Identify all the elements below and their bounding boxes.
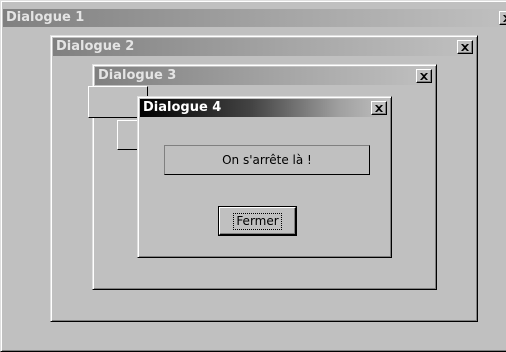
dialog-4-close-button[interactable] (371, 101, 387, 115)
dialog-3-title: Dialogue 3 (98, 68, 177, 83)
close-x-icon (375, 104, 383, 112)
dialog-1-close-button[interactable] (499, 11, 506, 25)
message-text: On s'arrête là ! (222, 153, 312, 167)
dialog-3-titlebar[interactable]: Dialogue 3 (95, 67, 434, 85)
close-dialog-button-label: Fermer (233, 212, 282, 230)
dialog-2-titlebar[interactable]: Dialogue 2 (53, 38, 475, 56)
dialog-2-close-button[interactable] (457, 40, 473, 54)
message-label: On s'arrête là ! (164, 145, 370, 175)
dialog-4-titlebar[interactable]: Dialogue 4 (140, 99, 389, 117)
dialog-4-title: Dialogue 4 (143, 100, 222, 115)
close-dialog-button[interactable]: Fermer (219, 207, 296, 235)
close-x-icon (420, 72, 428, 80)
dialog-1-titlebar[interactable]: Dialogue 1 (3, 9, 506, 27)
dialog-1-title: Dialogue 1 (6, 10, 85, 25)
dialog-4-window: Dialogue 4 On s'arrête là ! Fermer (137, 96, 392, 258)
close-x-icon (461, 43, 469, 51)
dialog-3-close-button[interactable] (416, 69, 432, 83)
dialog-2-title: Dialogue 2 (56, 39, 135, 54)
